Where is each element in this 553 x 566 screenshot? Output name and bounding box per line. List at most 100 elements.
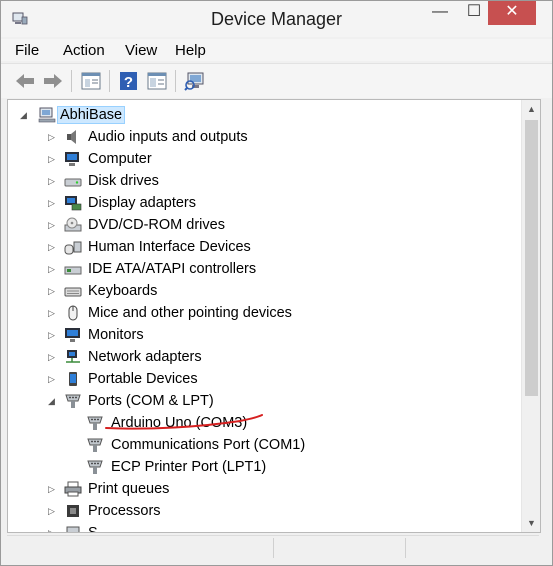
tree-node-label: Keyboards	[88, 283, 158, 299]
expand-arrow-icon[interactable]: ▷	[48, 303, 55, 323]
tree-child-lpt1[interactable]: ECP Printer Port (LPT1)	[8, 457, 508, 477]
menu-bar: File Action View Help	[1, 39, 552, 61]
port-icon	[87, 460, 103, 474]
scroll-up-arrow-icon[interactable]: ▲	[522, 100, 540, 118]
tree-node-label: IDE ATA/ATAPI controllers	[88, 261, 257, 277]
tree-node-label: Network adapters	[88, 349, 202, 365]
tree-node-label: Print queues	[88, 481, 170, 497]
toolbar-separator	[175, 70, 176, 92]
minimize-button[interactable]: —	[423, 1, 457, 25]
expand-arrow-icon[interactable]: ▷	[48, 171, 55, 191]
portable-device-icon	[69, 372, 77, 386]
tree-node-audio[interactable]: ▷ Audio inputs and outputs	[8, 127, 508, 147]
display-adapter-icon	[65, 196, 82, 211]
tree-node-label: Disk drives	[88, 173, 159, 189]
expand-arrow-icon[interactable]: ▷	[48, 149, 55, 169]
computer-root-icon	[38, 107, 56, 123]
tree-node-ports[interactable]: ◢ Ports (COM & LPT)	[8, 391, 508, 411]
scroll-down-arrow-icon[interactable]: ▼	[522, 514, 540, 532]
network-adapter-icon	[66, 350, 80, 363]
speaker-icon	[67, 130, 76, 144]
menu-file[interactable]: File	[15, 42, 39, 59]
svg-text:?: ?	[124, 74, 133, 91]
generic-device-icon	[66, 526, 80, 532]
dvd-drive-icon	[64, 217, 82, 232]
expand-arrow-icon[interactable]: ▷	[48, 501, 55, 521]
scrollbar-thumb[interactable]	[525, 120, 538, 396]
back-arrow-icon[interactable]	[13, 70, 37, 92]
vertical-scrollbar[interactable]: ▲ ▼	[521, 100, 540, 532]
tree-node-label: Display adapters	[88, 195, 196, 211]
collapse-arrow-icon[interactable]: ◢	[48, 391, 55, 411]
expand-arrow-icon[interactable]: ▷	[48, 237, 55, 257]
tree-node-computer[interactable]: ▷ Computer	[8, 149, 508, 169]
tree-root-node[interactable]: ◢ AbhiBase	[8, 105, 508, 125]
menu-action[interactable]: Action	[63, 42, 105, 59]
expand-arrow-icon[interactable]: ▷	[48, 127, 55, 147]
menu-view[interactable]: View	[125, 42, 157, 59]
title-bar[interactable]: Device Manager — ☐ ✕	[1, 1, 552, 37]
tree-node-label: Communications Port (COM1)	[111, 437, 306, 453]
expand-arrow-icon[interactable]: ▷	[48, 215, 55, 235]
close-button[interactable]: ✕	[488, 1, 536, 25]
tree-node-partial[interactable]: ▷ S...	[8, 523, 508, 533]
port-icon	[87, 416, 103, 430]
tree-node-processors[interactable]: ▷ Processors	[8, 501, 508, 521]
expand-arrow-icon[interactable]: ▷	[48, 523, 55, 532]
expand-arrow-icon[interactable]: ▷	[48, 259, 55, 279]
monitor-icon	[65, 152, 79, 166]
tree-node-label: Audio inputs and outputs	[88, 129, 248, 145]
scan-hardware-icon[interactable]	[183, 70, 207, 92]
tree-node-hid[interactable]: ▷ Human Interface Devices	[8, 237, 508, 257]
mouse-icon	[68, 305, 78, 321]
maximize-button[interactable]: ☐	[457, 1, 491, 25]
status-pane	[7, 538, 274, 558]
forward-arrow-icon[interactable]	[41, 70, 65, 92]
tree-node-label: DVD/CD-ROM drives	[88, 217, 225, 233]
tree-node-monitors[interactable]: ▷ Monitors	[8, 325, 508, 345]
tree-node-label: Ports (COM & LPT)	[88, 393, 214, 409]
collapse-arrow-icon[interactable]: ◢	[20, 105, 27, 125]
status-bar	[7, 535, 539, 560]
tree-root-label: AbhiBase	[57, 106, 126, 124]
tree-node-disk-drives[interactable]: ▷ Disk drives	[8, 171, 508, 191]
console-view-icon[interactable]	[145, 70, 169, 92]
expand-arrow-icon[interactable]: ▷	[48, 369, 55, 389]
tree-node-keyboards[interactable]: ▷ Keyboards	[8, 281, 508, 301]
printer-icon	[64, 481, 82, 497]
menu-help[interactable]: Help	[175, 42, 206, 59]
tree-node-print-queues[interactable]: ▷ Print queues	[8, 479, 508, 499]
port-icon	[65, 394, 81, 408]
tree-node-network[interactable]: ▷ Network adapters	[8, 347, 508, 367]
properties-icon[interactable]	[79, 70, 103, 92]
tree-child-com1[interactable]: Communications Port (COM1)	[8, 435, 508, 455]
tree-node-dvd[interactable]: ▷ DVD/CD-ROM drives	[8, 215, 508, 235]
tree-node-label: Computer	[88, 151, 152, 167]
tree-node-portable[interactable]: ▷ Portable Devices	[8, 369, 508, 389]
tree-node-label: S...	[88, 525, 110, 533]
status-pane	[275, 538, 406, 558]
tree-node-label: Monitors	[88, 327, 144, 343]
processor-icon	[67, 505, 79, 517]
expand-arrow-icon[interactable]: ▷	[48, 347, 55, 367]
toolbar-separator	[109, 70, 110, 92]
tree-node-mice[interactable]: ▷ Mice and other pointing devices	[8, 303, 508, 323]
expand-arrow-icon[interactable]: ▷	[48, 193, 55, 213]
tree-child-arduino[interactable]: Arduino Uno (COM3)	[8, 413, 508, 433]
tree-node-label: Portable Devices	[88, 371, 198, 387]
tree-node-label: Mice and other pointing devices	[88, 305, 292, 321]
expand-arrow-icon[interactable]: ▷	[48, 479, 55, 499]
tree-node-label: ECP Printer Port (LPT1)	[111, 459, 267, 475]
port-icon	[87, 438, 103, 452]
device-tree[interactable]: ◢ AbhiBase ▷ Audio inputs and outputs ▷	[7, 99, 541, 533]
toolbar-separator	[71, 70, 72, 92]
tree-node-display-adapters[interactable]: ▷ Display adapters	[8, 193, 508, 213]
disk-drive-icon	[64, 178, 82, 187]
help-icon[interactable]: ?	[117, 70, 141, 92]
tree-node-label: Processors	[88, 503, 161, 519]
expand-arrow-icon[interactable]: ▷	[48, 281, 55, 301]
ide-controller-icon	[64, 266, 82, 275]
tree-node-ide[interactable]: ▷ IDE ATA/ATAPI controllers	[8, 259, 508, 279]
hid-icon	[64, 241, 82, 255]
expand-arrow-icon[interactable]: ▷	[48, 325, 55, 345]
